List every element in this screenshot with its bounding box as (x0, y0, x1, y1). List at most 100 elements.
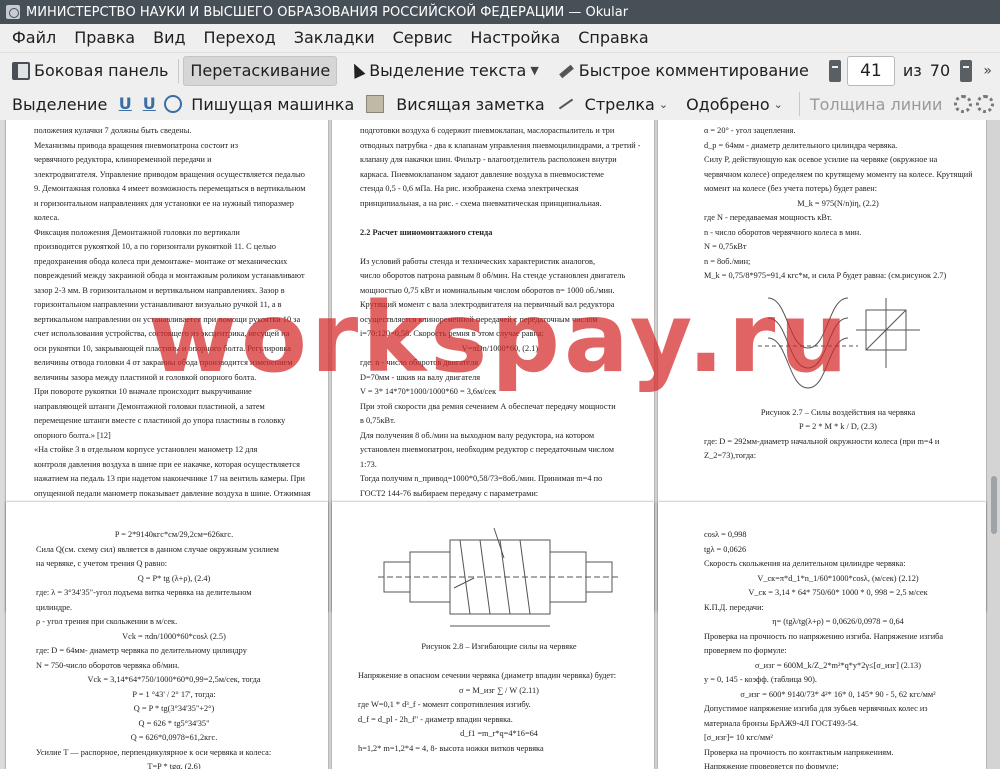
menu-file[interactable]: Файл (0, 24, 65, 52)
text-line: нажатием на педаль 13 при надетом наконе… (34, 474, 305, 483)
typewriter-tool-label: Пишущая машинка (191, 94, 355, 114)
text-line: V = 3* 14*70*1000/1000*60 = 3,6м/сек (360, 387, 497, 396)
stamp-approved-button[interactable]: Одобрено ⌄ (680, 89, 795, 119)
text-line: V=πDn/1000*60, (2.1) (461, 343, 539, 353)
text-line: величины зазора между пластиной и головк… (34, 372, 257, 382)
text-line: η= (tgλ/tg(λ+ρ) = 0,0626/0,0978 = 0,64 (772, 617, 904, 626)
text-line: Проверка на прочность по напряжению изги… (704, 631, 944, 641)
text-line: Z_2=73),тогда: (704, 451, 757, 460)
highlight-tool-button[interactable]: Выделение (6, 89, 113, 119)
typewriter-tool-button[interactable]: Пишущая машинка (185, 89, 360, 119)
stamp-icon[interactable] (164, 95, 183, 113)
text-line: α = 20° - угол зацепления. (704, 126, 796, 135)
page-text: Рисунок 2.8 – Изгибающие силы на червяке… (358, 640, 640, 756)
chevron-down-icon[interactable]: ⌄ (774, 98, 783, 111)
text-line: повреждений между закраиной обода и монт… (34, 271, 305, 280)
page-text: cosλ = 0,998 tgλ = 0,0626 Скорость скольж… (704, 528, 972, 769)
text-line: ГОСТ2 144-76 выбираем передачу с парамет… (360, 488, 539, 498)
arrow-tool-button[interactable]: Стрелка ⌄ (551, 89, 680, 119)
browse-tool-button[interactable]: Перетаскивание (183, 55, 338, 86)
text-line: и горизонтальном направлениях для устано… (34, 198, 294, 208)
color-palette-icon[interactable] (954, 95, 973, 113)
text-line (358, 655, 640, 670)
text-line: Q = P* tg (λ+ρ), (2.4) (137, 573, 211, 583)
text-line: мощностью 0,75 кВт и номинальным числом … (360, 285, 615, 295)
toolbar-separator (798, 92, 800, 116)
menubar: Файл Правка Вид Переход Закладки Сервис … (0, 24, 1000, 52)
text-line: d_f = d_pl - 2h_f" - диаметр впадин черв… (358, 714, 513, 724)
text-line: При повороте рукоятки 10 вначале происхо… (34, 387, 252, 396)
quick-annotation-label: Быстрое комментирование (578, 61, 809, 80)
document-page-43: P = 2*9140кгс*см/29,2см=626кгс. Сила Q(с… (6, 502, 328, 769)
text-line: i=70:120=0,58. Скорость ремня в этом слу… (360, 329, 544, 338)
text-line: клапану для накачки шин. Фильтр - влагоо… (360, 155, 617, 164)
menu-settings[interactable]: Настройка (461, 24, 569, 52)
text-line: Vck = 3,14*64*750/1000*60*0,99=2,5м/сек,… (87, 675, 261, 684)
text-line: установлен пневмопатрон, необходим редук… (360, 445, 614, 454)
page-text: P = 2*9140кгс*см/29,2см=626кгс. Сила Q(с… (36, 528, 312, 769)
menu-go[interactable]: Переход (195, 24, 285, 52)
line-width-button[interactable]: Толщина линии (804, 89, 949, 119)
text-line: Силу P, действующую как осевое усилие на… (704, 155, 938, 164)
pop-up-note-button[interactable]: Висящая заметка (360, 89, 550, 119)
page-navigator: 41 из 70 (823, 55, 978, 86)
text-line: V_ск = 3,14 * 64* 750/60* 1000 * 0, 998 … (748, 588, 928, 597)
text-line: σ_изг = 600* 9140/73* 4²* 16* 0, 145* 90… (740, 689, 936, 699)
scrollbar-thumb[interactable] (991, 476, 997, 534)
text-line: V_ск=π*d_1*n_1/60*1000*cosλ, (м/сек) (2.… (757, 573, 919, 583)
window-title: МИНИСТЕРСТВО НАУКИ И ВЫСШЕГО ОБРАЗОВАНИЯ… (26, 4, 629, 20)
vertical-scrollbar[interactable] (988, 120, 1000, 769)
note-icon (366, 95, 385, 113)
text-line: tgλ = 0,0626 (704, 544, 747, 554)
sidebar-icon (12, 61, 30, 80)
text-line: Тогда получим n_привод=1000*0,58/73=8об.… (360, 474, 603, 483)
menu-help[interactable]: Справка (569, 24, 658, 52)
text-line: y = 0, 145 - коэфф. (таблица 90). (704, 675, 817, 684)
text-line: 9. Демонтажная головка 4 имеет возможнос… (34, 184, 306, 193)
page-total: 70 (929, 61, 951, 80)
text-line: Vck = πdn/1000*60*cosλ (2.5) (122, 631, 226, 641)
text-line: Q = P * tg(3°34'35"+2°) (133, 704, 215, 713)
chevron-down-icon[interactable]: ▼ (530, 64, 538, 77)
quick-annotation-button[interactable]: Быстрое комментирование (551, 56, 815, 86)
underline-icon[interactable]: U (116, 95, 134, 113)
main-toolbar: Боковая панель Перетаскивание Выделение … (0, 52, 1000, 88)
text-line: положения кулачки 7 должны быть сведены. (34, 126, 192, 135)
menu-edit[interactable]: Правка (65, 24, 144, 52)
text-line: Крутящий момент с вала электродвигателя … (360, 300, 615, 309)
sidebar-button[interactable]: Боковая панель (6, 56, 174, 86)
text-line: Проверка на прочность по контактным напр… (704, 747, 894, 757)
text-line: P = 2 * M * k / D, (2.3) (799, 422, 877, 431)
line-width-label: Толщина линии (809, 94, 943, 114)
menu-bookmarks[interactable]: Закладки (285, 24, 384, 52)
text-line: счет использования устройства, состоящег… (34, 329, 290, 338)
next-page-icon[interactable] (960, 59, 973, 82)
text-line: число оборотов патрона равным 8 об/мин. … (360, 271, 626, 280)
toolbar-separator (178, 58, 180, 83)
text-line: стенда 0,5 - 0,6 мПа. На рис. изображена… (360, 184, 579, 193)
menu-view[interactable]: Вид (144, 24, 194, 52)
squiggle-underline-icon[interactable]: U (140, 95, 158, 113)
chevron-down-icon[interactable]: ⌄ (659, 98, 668, 111)
text-line (360, 240, 640, 255)
window-titlebar: МИНИСТЕРСТВО НАУКИ И ВЫСШЕГО ОБРАЗОВАНИЯ… (0, 0, 1000, 24)
text-line: Рисунок 2.8 – Изгибающие силы на червяке (421, 642, 577, 651)
text-line: червячном колесе) определяем по крутящем… (704, 169, 972, 179)
text-line: n = 8об./мин; (704, 256, 751, 266)
text-line: d_f1 =m_r*q=4*16=64 (460, 729, 538, 738)
toolbar-overflow-icon[interactable]: » (983, 63, 992, 79)
menu-tools[interactable]: Сервис (384, 24, 462, 52)
text-line: где N - передаваемая мощность кВт. (704, 213, 832, 222)
pop-up-note-label: Висящая заметка (396, 94, 545, 114)
document-page-44: Рисунок 2.8 – Изгибающие силы на червяке… (332, 502, 654, 769)
text-line: материала бронзы БрАЖ9-4Л ГОСТ493-54. (704, 718, 859, 728)
opacity-icon[interactable] (976, 95, 995, 113)
page-of-label: из (902, 61, 922, 80)
text-select-tool-button[interactable]: Выделение текста ▼ (341, 56, 551, 86)
document-viewport[interactable]: положения кулачки 7 должны быть сведены.… (0, 120, 1000, 769)
text-line: опущенной педали манометр показывает дав… (34, 488, 311, 498)
text-line: Скорость скольжения на делительном цилин… (704, 559, 906, 568)
previous-page-icon[interactable] (828, 59, 841, 82)
page-number-input[interactable]: 41 (846, 55, 895, 86)
arrow-icon (557, 95, 575, 113)
